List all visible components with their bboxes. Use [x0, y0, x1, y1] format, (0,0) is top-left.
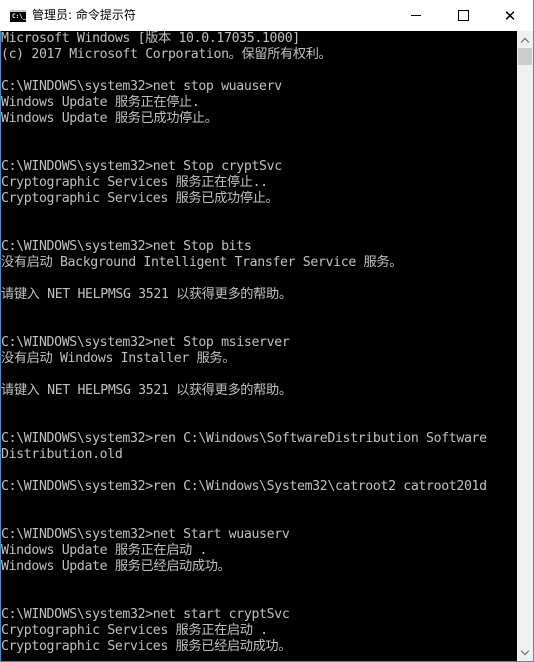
- command-prompt-window: C:\_ 管理员: 命令提示符 ✕ Microsoft Windows [版本 …: [0, 0, 534, 662]
- close-button[interactable]: ✕: [487, 0, 533, 31]
- console-line: Cryptographic Services 服务正在停止..: [1, 175, 268, 190]
- minimize-icon: [411, 15, 421, 16]
- chevron-down-icon: [520, 646, 530, 655]
- console-line: 没有启动 Background Intelligent Transfer Ser…: [1, 255, 403, 270]
- scroll-down-button[interactable]: [517, 644, 533, 661]
- vertical-scrollbar[interactable]: [517, 31, 533, 661]
- console-line: Microsoft Windows [版本 10.0.17035.1000]: [1, 31, 300, 46]
- console-line: 请键入 NET HELPMSG 3521 以获得更多的帮助。: [1, 383, 292, 398]
- minimize-button[interactable]: [393, 0, 439, 31]
- scroll-up-button[interactable]: [517, 31, 533, 48]
- maximize-button[interactable]: [440, 0, 486, 31]
- scroll-thumb[interactable]: [518, 48, 532, 65]
- console-line: Cryptographic Services 服务正在启动 .: [1, 623, 268, 638]
- console-line: Distribution.old: [1, 447, 123, 462]
- console-line: (c) 2017 Microsoft Corporation。保留所有权利。: [1, 47, 332, 62]
- console-line: C:\WINDOWS\system32>net stop wuauserv: [1, 79, 282, 94]
- console-line: C:\WINDOWS\system32>net Stop cryptSvc: [1, 159, 282, 174]
- cmd-icon[interactable]: C:\_: [10, 10, 26, 22]
- console-line: Windows Update 服务已经启动成功。: [1, 559, 231, 574]
- console-line: Windows Update 服务已成功停止。: [1, 111, 218, 126]
- cmd-icon-text: C:\_: [12, 13, 27, 20]
- console-line: 请键入 NET HELPMSG 3521 以获得更多的帮助。: [1, 287, 292, 302]
- console-line: C:\WINDOWS\system32>net start cryptSvc: [1, 607, 290, 622]
- console-line: C:\WINDOWS\system32>net Stop msiserver: [1, 335, 290, 350]
- console-line: C:\WINDOWS\system32>ren C:\Windows\Softw…: [1, 431, 487, 446]
- console-line: Windows Update 服务正在停止.: [1, 95, 200, 110]
- console-line: C:\WINDOWS\system32>net Start wuauserv: [1, 527, 290, 542]
- console-output[interactable]: Microsoft Windows [版本 10.0.17035.1000] (c…: [0, 31, 517, 661]
- console-line: C:\WINDOWS\system32>ren C:\Windows\Syste…: [1, 479, 487, 494]
- maximize-icon: [457, 10, 469, 21]
- console-line: Cryptographic Services 服务已经启动成功。: [1, 639, 292, 654]
- console-line: 没有启动 Windows Installer 服务。: [1, 351, 236, 366]
- title-bar[interactable]: C:\_ 管理员: 命令提示符 ✕: [0, 0, 533, 31]
- console-line: Cryptographic Services 服务已成功停止。: [1, 191, 279, 206]
- close-icon: ✕: [503, 6, 517, 25]
- window-title: 管理员: 命令提示符: [32, 8, 136, 22]
- chevron-up-icon: [520, 37, 530, 46]
- console-line: C:\WINDOWS\system32>net Stop bits: [1, 239, 252, 254]
- console-line: Windows Update 服务正在启动 .: [1, 543, 208, 558]
